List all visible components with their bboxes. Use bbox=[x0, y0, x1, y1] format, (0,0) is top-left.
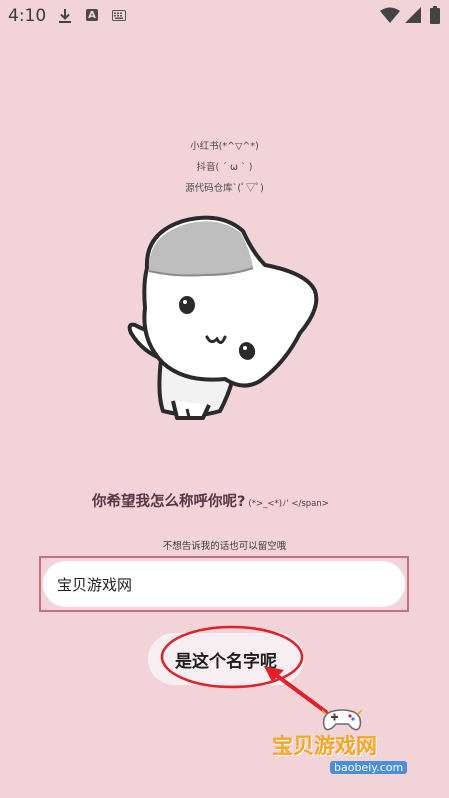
watermark-title: 宝贝游戏网 bbox=[272, 734, 377, 758]
battery-icon bbox=[430, 6, 440, 24]
link-list: 小红书(*^▽^*) 抖音( ´ ω ` ) 源代码仓库`(ﾟ▽ﾟ) bbox=[0, 136, 449, 199]
download-icon bbox=[58, 8, 72, 24]
gamepad-icon bbox=[322, 709, 362, 731]
wifi-icon bbox=[380, 7, 400, 23]
optional-hint: 不想告诉我的话也可以留空哦 bbox=[162, 541, 287, 552]
watermark-url: baobeiy.com bbox=[330, 761, 408, 774]
status-time: 4:10 bbox=[8, 6, 47, 26]
watermark-logo: 宝贝游戏网 baobeiy.com bbox=[270, 700, 430, 790]
mascot-illustration bbox=[127, 215, 319, 420]
a-badge-icon: A bbox=[86, 9, 98, 21]
name-input[interactable] bbox=[43, 561, 405, 607]
question-title: 你希望我怎么称呼你呢? bbox=[92, 494, 246, 510]
signal-icon bbox=[405, 7, 421, 23]
status-bar: 4:10 A bbox=[0, 0, 449, 32]
source-repo-link[interactable]: 源代码仓库`(ﾟ▽ﾟ) bbox=[0, 178, 449, 199]
keyboard-icon bbox=[112, 10, 126, 21]
confirm-name-button[interactable]: 是这个名字呢 bbox=[148, 633, 304, 685]
name-question: 你希望我怎么称呼你呢? (*>_<*)ﾉ' </span> bbox=[92, 490, 412, 511]
question-emote: (*>_<*)ﾉ' </span> bbox=[248, 499, 329, 509]
douyin-link[interactable]: 抖音( ´ ω ` ) bbox=[0, 157, 449, 178]
xiaohongshu-link[interactable]: 小红书(*^▽^*) bbox=[0, 136, 449, 157]
confirm-name-button-label: 是这个名字呢 bbox=[175, 651, 277, 672]
